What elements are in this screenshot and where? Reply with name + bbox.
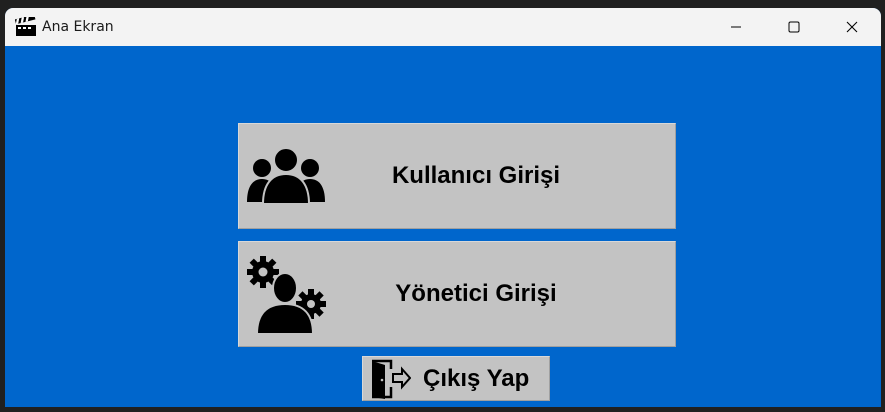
close-button[interactable]: [823, 8, 881, 46]
window-controls: [707, 8, 881, 46]
minimize-button[interactable]: [707, 8, 765, 46]
maximize-icon: [788, 21, 800, 33]
close-icon: [846, 21, 858, 33]
main-window: Ana Ekran Kullanıcı Girişi Yönetici Giri…: [5, 8, 881, 407]
admin-login-button[interactable]: Yönetici Girişi: [238, 241, 676, 347]
minimize-icon: [731, 26, 741, 28]
maximize-button[interactable]: [765, 8, 823, 46]
exit-label: Çıkış Yap: [423, 364, 530, 392]
clapperboard-icon: [15, 16, 37, 38]
title-bar[interactable]: Ana Ekran: [5, 8, 881, 46]
exit-door-icon: [372, 359, 411, 399]
main-panel: Kullanıcı Girişi Yönetici Girişi Çıkış Y…: [5, 46, 881, 407]
exit-button[interactable]: Çıkış Yap: [362, 356, 550, 401]
window-title: Ana Ekran: [42, 19, 114, 35]
user-login-button[interactable]: Kullanıcı Girişi: [238, 123, 676, 229]
user-login-label: Kullanıcı Girişi: [391, 162, 561, 189]
admin-login-label: Yönetici Girişi: [395, 280, 557, 307]
